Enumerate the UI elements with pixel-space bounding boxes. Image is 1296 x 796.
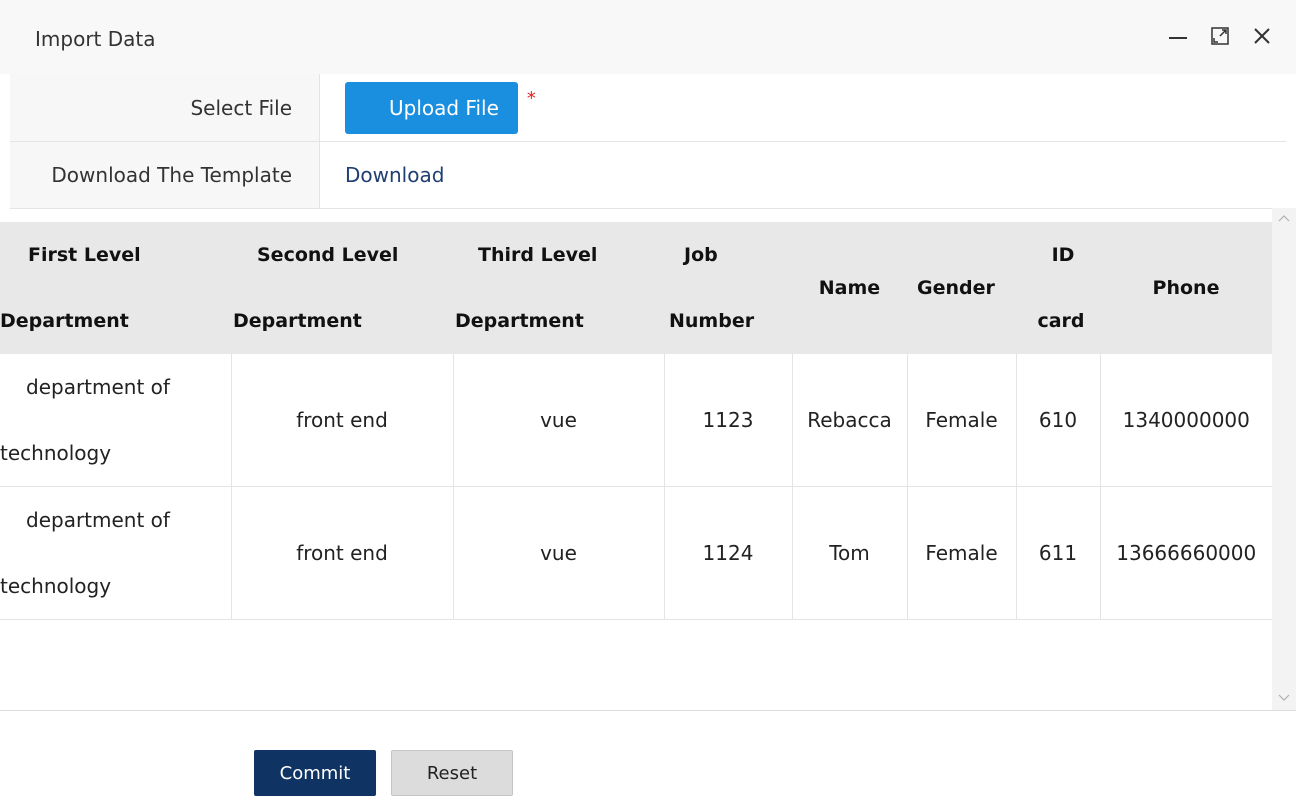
header-second-level-department: Second Level Department <box>231 222 453 354</box>
dialog-titlebar: Import Data <box>0 0 1296 74</box>
header-name: Name <box>792 222 907 354</box>
cell-first-level-department: department of technology <box>0 486 232 620</box>
cell-third-level-department: vue <box>453 354 665 487</box>
cell-second-level-department: front end <box>231 354 454 487</box>
select-file-label: Select File <box>10 74 320 141</box>
header-phone: Phone <box>1100 222 1272 354</box>
cell-phone: 13666660000 <box>1100 486 1272 620</box>
cell-job-number: 1123 <box>664 354 793 487</box>
minimize-button[interactable] <box>1166 24 1190 48</box>
select-file-row: Select File Upload File * <box>10 74 1286 142</box>
header-first-level-department: First Level Department <box>0 222 231 354</box>
cell-id-card: 610 <box>1016 354 1101 487</box>
cell-id-card: 611 <box>1016 486 1101 620</box>
table-header-row: First Level Department Second Level Depa… <box>0 222 1272 354</box>
cell-name: Rebacca <box>792 354 908 487</box>
import-data-dialog: Import Data Select File Upload File * Do… <box>0 0 1296 796</box>
minimize-icon <box>1169 37 1187 39</box>
table-row[interactable]: department of technology front end vue 1… <box>0 486 1272 620</box>
header-job-number: Job Number <box>664 222 792 354</box>
close-icon <box>1254 28 1270 44</box>
scroll-up-icon[interactable] <box>1278 214 1290 222</box>
maximize-icon <box>1211 27 1229 45</box>
download-template-label: Download The Template <box>10 142 320 208</box>
cell-first-level-department: department of technology <box>0 354 232 487</box>
header-third-level-department: Third Level Department <box>453 222 664 354</box>
table-scrollbar[interactable] <box>1272 208 1296 710</box>
download-link[interactable]: Download <box>345 163 444 187</box>
maximize-button[interactable] <box>1208 24 1232 48</box>
select-file-value: Upload File * <box>320 74 1286 141</box>
data-table-container: First Level Department Second Level Depa… <box>0 208 1296 711</box>
cell-job-number: 1124 <box>664 486 793 620</box>
download-template-value: Download <box>320 142 1286 208</box>
window-controls <box>1166 24 1274 48</box>
cell-phone: 1340000000 <box>1100 354 1272 487</box>
dialog-title: Import Data <box>35 27 156 51</box>
header-id-card: ID card <box>1016 222 1100 354</box>
reset-button[interactable]: Reset <box>391 750 513 796</box>
table-row[interactable]: department of technology front end vue 1… <box>0 354 1272 487</box>
data-table: First Level Department Second Level Depa… <box>0 222 1272 620</box>
header-gender: Gender <box>907 222 1016 354</box>
dialog-footer: Commit Reset <box>254 750 513 796</box>
upload-file-button[interactable]: Upload File <box>345 81 518 134</box>
import-form: Select File Upload File * Download The T… <box>10 74 1286 209</box>
scroll-down-icon[interactable] <box>1278 694 1290 702</box>
required-mark: * <box>526 88 536 109</box>
download-template-row: Download The Template Download <box>10 142 1286 209</box>
cell-third-level-department: vue <box>453 486 665 620</box>
close-button[interactable] <box>1250 24 1274 48</box>
cell-name: Tom <box>792 486 908 620</box>
cell-gender: Female <box>907 486 1017 620</box>
cell-second-level-department: front end <box>231 486 454 620</box>
cell-gender: Female <box>907 354 1017 487</box>
commit-button[interactable]: Commit <box>254 750 376 796</box>
